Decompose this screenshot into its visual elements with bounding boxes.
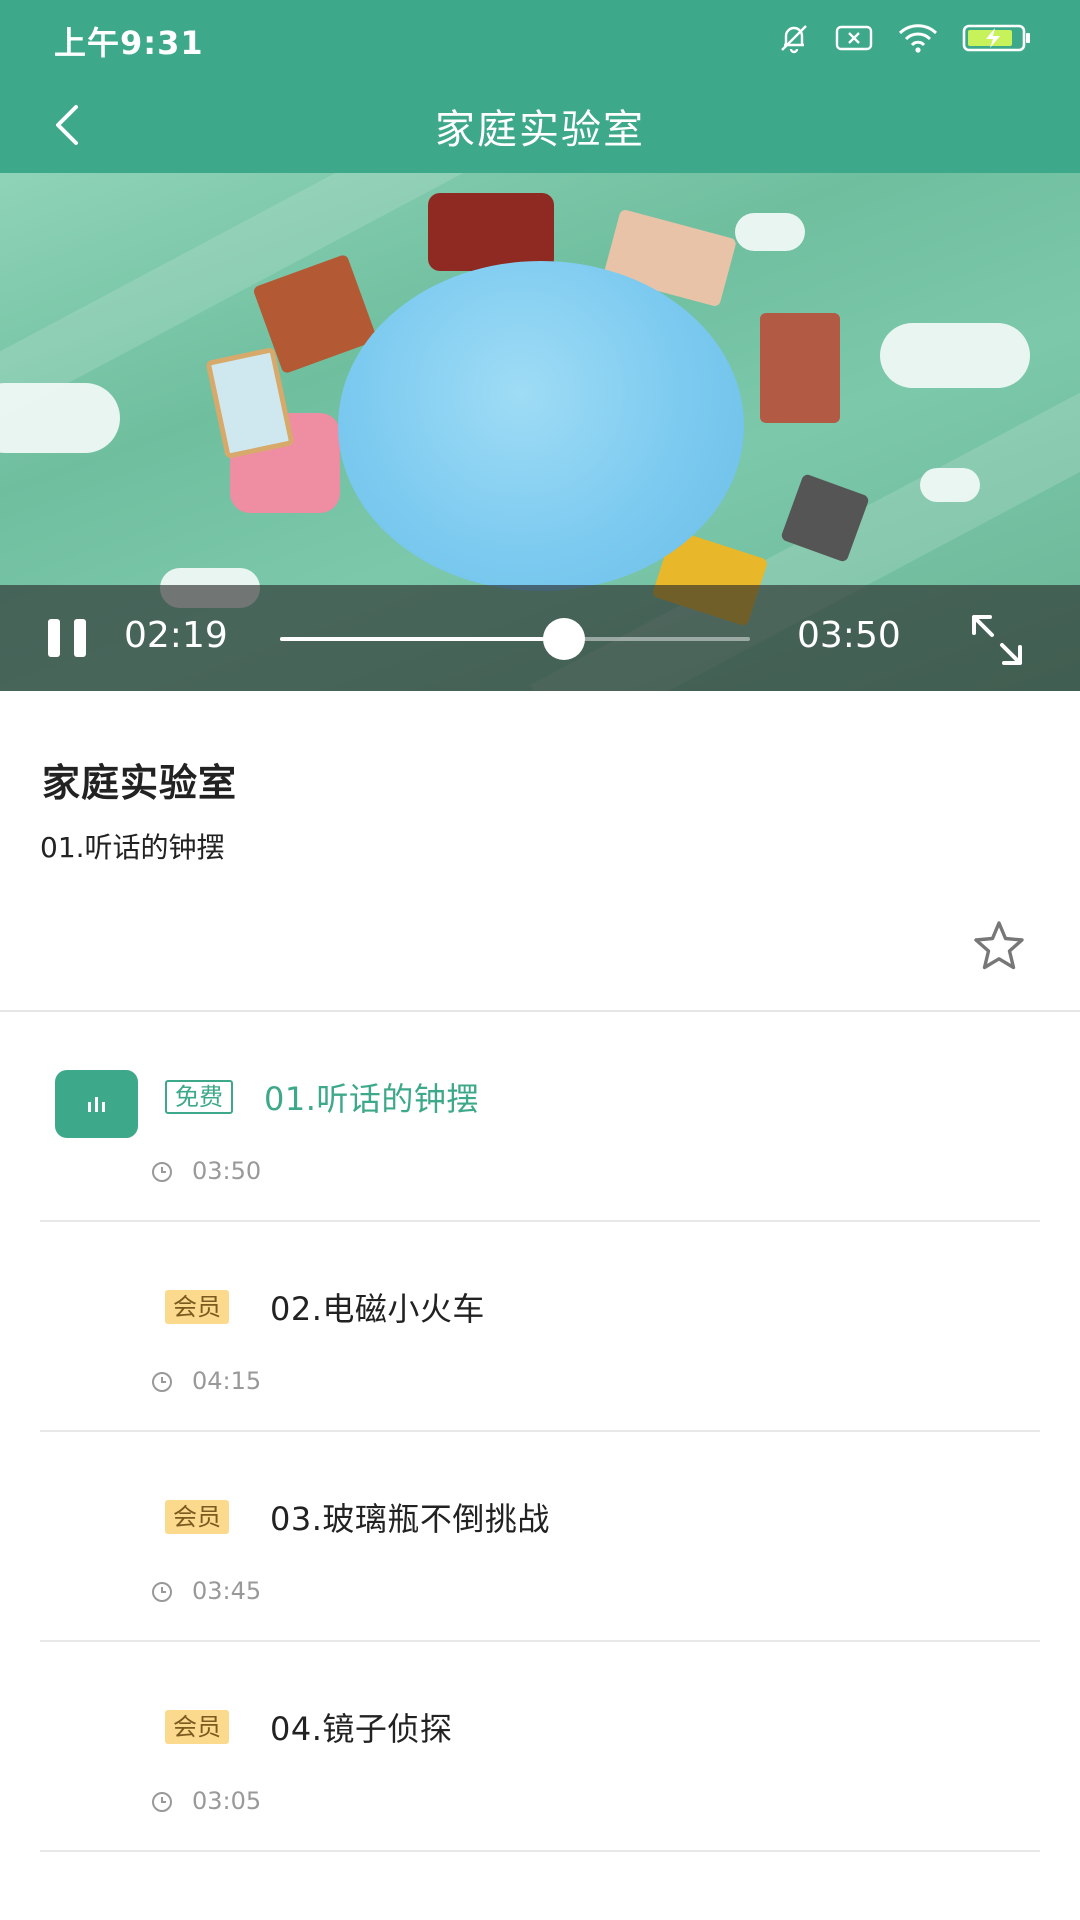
video-player[interactable]: 02:19 03:50: [0, 173, 1080, 691]
progress-fill: [280, 637, 565, 641]
star-outline-icon: [974, 921, 1024, 970]
episode-item[interactable]: 会员 02.电磁小火车 04:15: [40, 1222, 1040, 1432]
audio-bars-icon: [87, 1097, 105, 1112]
episode-title: 03.玻璃瓶不倒挑战: [270, 1500, 550, 1538]
cloud: [880, 323, 1030, 388]
expand-icon: [972, 615, 1022, 665]
episode-tag: 会员: [165, 1710, 229, 1744]
mute-bell-icon: [781, 25, 807, 54]
player-controls: 02:19 03:50: [0, 585, 1080, 691]
pause-icon: [74, 619, 86, 657]
course-title: 家庭实验室: [42, 761, 238, 805]
page-title: 家庭实验室: [435, 107, 645, 153]
favorite-button[interactable]: [968, 916, 1030, 978]
episode-tag: 会员: [165, 1500, 229, 1534]
wifi-icon: [898, 24, 938, 53]
row-divider: [40, 1850, 1040, 1852]
episode-tag: 会员: [165, 1290, 229, 1324]
status-icons: [776, 20, 1032, 56]
status-bar: 上午9:31: [0, 0, 1080, 75]
pause-button[interactable]: [44, 615, 90, 661]
cloud: [920, 468, 980, 502]
pause-icon: [48, 619, 60, 657]
navigation-bar: 家庭实验室: [0, 75, 1080, 173]
episode-title: 01.听话的钟摆: [264, 1080, 479, 1118]
episode-duration: 03:45: [192, 1577, 262, 1605]
current-episode-title: 01.听话的钟摆: [40, 831, 225, 864]
episode-duration: 03:50: [192, 1157, 262, 1185]
episode-title: 02.电磁小火车: [270, 1290, 485, 1328]
clock-icon: [152, 1162, 172, 1182]
progress-knob[interactable]: [543, 618, 586, 660]
episode-item[interactable]: 免费 01.听话的钟摆 03:50: [40, 1012, 1040, 1222]
episode-duration: 04:15: [192, 1367, 262, 1395]
globe-illustration: [338, 261, 744, 591]
total-time: 03:50: [797, 615, 901, 656]
episode-tag: 免费: [165, 1080, 233, 1114]
episode-item[interactable]: 会员 03.玻璃瓶不倒挑战 03:45: [40, 1432, 1040, 1642]
now-playing-indicator: [55, 1070, 138, 1138]
cloud: [0, 383, 120, 453]
progress-bar[interactable]: [280, 618, 750, 660]
clock-icon: [152, 1792, 172, 1812]
episode-item[interactable]: 会员 04.镜子侦探 03:05: [40, 1642, 1040, 1852]
status-time: 上午9:31: [54, 24, 204, 62]
tv-prop: [428, 193, 554, 271]
episode-duration: 03:05: [192, 1787, 262, 1815]
top-bar: 上午9:31 家庭实验室: [0, 0, 1080, 173]
sim-x-icon: [835, 25, 873, 51]
current-time: 02:19: [124, 615, 228, 656]
clock-icon: [152, 1582, 172, 1602]
episode-title: 04.镜子侦探: [270, 1710, 453, 1748]
cloud: [735, 213, 805, 251]
cabinet-prop: [760, 313, 840, 423]
fullscreen-button[interactable]: [968, 611, 1026, 669]
battery-charging-icon: [962, 24, 1030, 52]
clock-icon: [152, 1372, 172, 1392]
